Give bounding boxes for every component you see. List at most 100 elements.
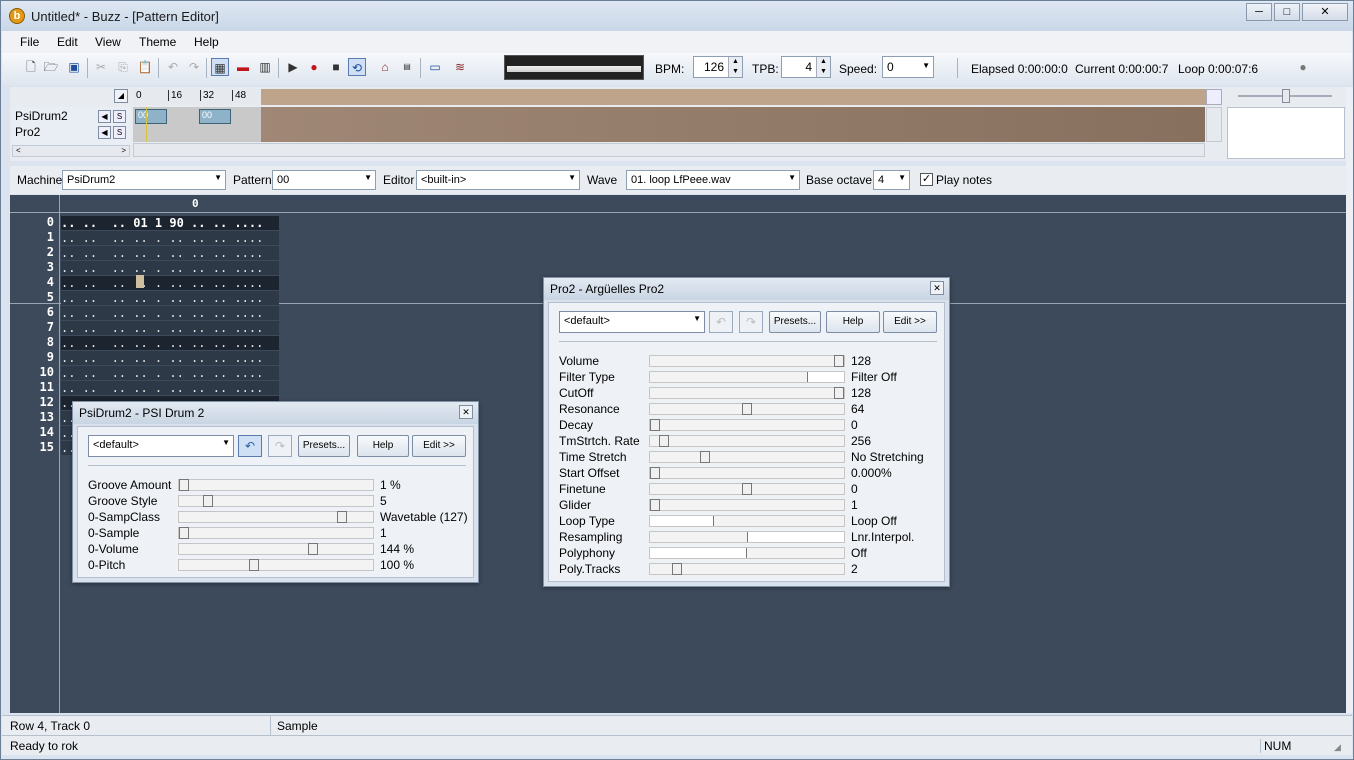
slider-thumb[interactable] [659,435,669,447]
sequence-ruler[interactable]: 0 16 32 48 [133,89,1221,105]
parameter-slider[interactable] [649,435,845,447]
machine-select[interactable]: PsiDrum2 ▼ [62,170,226,190]
mute-button[interactable]: ◀ [98,126,111,139]
sequence-editor-icon[interactable]: ▥ [256,58,274,76]
pattern-row[interactable]: .. .. .. .. . .. .. .. .... [61,231,279,245]
new-file-icon[interactable]: 🗋 [22,58,40,76]
pattern-row[interactable]: .. .. .. .. . .. .. .. .... [61,291,279,305]
slider-thumb[interactable] [179,527,189,539]
pattern-row[interactable]: .. .. .. .. . .. .. .. .... [61,261,279,275]
pattern-row[interactable]: .. .. .. .. . .. .. .. .... [61,246,279,260]
help-button[interactable]: Help [826,311,880,333]
parameter-slider[interactable] [649,515,845,527]
help-button[interactable]: Help [357,435,409,457]
pattern-row[interactable]: .. .. .. .. . .. .. .. .... [61,336,279,350]
slider-thumb[interactable] [203,495,213,507]
parameter-slider[interactable] [649,547,845,559]
parameter-slider[interactable] [649,403,845,415]
preset-select[interactable]: <default> ▼ [88,435,234,457]
slider-thumb[interactable] [742,483,752,495]
slider-thumb[interactable] [337,511,347,523]
pattern-row[interactable]: .. .. .. 01 1 90 .. .. .... [61,216,279,230]
pattern-row[interactable]: .. .. .. .. . .. .. .. .... [61,321,279,335]
undo-icon[interactable]: ↶ [709,311,733,333]
close-icon[interactable]: ✕ [459,405,473,419]
edit-button[interactable]: Edit >> [883,311,937,333]
record-led-icon[interactable]: ● [1294,58,1312,76]
bpm-spinner[interactable]: 126 ▲ ▼ [693,56,743,78]
redo-icon[interactable]: ↷ [268,435,292,457]
editor-select[interactable]: <built-in> ▼ [416,170,580,190]
solo-button[interactable]: S [113,110,126,123]
track-name[interactable]: Pro2 [15,125,40,139]
presets-button[interactable]: Presets... [769,311,821,333]
parameter-slider[interactable] [649,451,845,463]
menu-theme[interactable]: Theme [139,35,176,49]
play-notes-checkbox[interactable]: ✓ [920,173,933,186]
parameter-slider[interactable] [178,559,374,571]
edit-button[interactable]: Edit >> [412,435,466,457]
parameter-slider[interactable] [649,467,845,479]
record-icon[interactable]: ● [305,58,323,76]
slider-thumb[interactable] [308,543,318,555]
sequence-hscroll[interactable] [133,143,1205,157]
play-icon[interactable]: ▶ [284,58,302,76]
zoom-slider[interactable] [1238,89,1332,103]
presets-button[interactable]: Presets... [298,435,350,457]
parameter-slider[interactable] [649,531,845,543]
stop-icon[interactable]: ■ [327,58,345,76]
loop-icon[interactable]: ⟲ [348,58,366,76]
pattern-block[interactable]: 00 [135,109,167,124]
bpm-spin-arrows[interactable]: ▲ ▼ [728,57,742,77]
copy-icon[interactable]: ⎘ [114,58,132,76]
pattern-editor-icon[interactable]: ▦ [211,58,229,76]
save-icon[interactable]: ▣ [65,58,83,76]
pattern-row[interactable]: .. .. .. .. . .. .. .. .... [61,351,279,365]
wavetable-icon[interactable]: ⌂ [376,58,394,76]
slider-thumb[interactable] [650,467,660,479]
tpb-spin-arrows[interactable]: ▲ ▼ [816,57,830,77]
ruler-menu-icon[interactable] [1206,89,1222,105]
close-button[interactable]: ✕ [1302,3,1348,21]
close-icon[interactable]: ✕ [930,281,944,295]
pattern-block[interactable]: 00 [199,109,231,124]
pattern-select[interactable]: 00 ▼ [272,170,376,190]
cut-icon[interactable]: ✂ [92,58,110,76]
parameter-slider[interactable] [649,355,845,367]
slider-thumb[interactable] [650,419,660,431]
undo-icon[interactable]: ↶ [164,58,182,76]
fullscreen-icon[interactable]: ▭ [426,58,444,76]
slider-thumb[interactable] [742,403,752,415]
parameter-slider[interactable] [649,499,845,511]
track-name[interactable]: PsiDrum2 [15,109,68,123]
parameter-slider[interactable] [649,419,845,431]
menu-view[interactable]: View [95,35,121,49]
parameter-slider[interactable] [649,387,845,399]
slider-thumb[interactable] [650,499,660,511]
parameter-slider[interactable] [178,495,374,507]
pattern-row[interactable]: .. .. .. .. . .. .. .. .... [61,381,279,395]
wave-select[interactable]: 01. loop LfPeee.wav ▼ [626,170,800,190]
minimize-button[interactable]: ─ [1246,3,1272,21]
slider-thumb[interactable] [179,479,189,491]
slider-thumb[interactable] [700,451,710,463]
solo-button[interactable]: S [113,126,126,139]
tpb-spinner[interactable]: 4 ▲ ▼ [781,56,831,78]
sequence-vscroll[interactable] [1206,107,1222,142]
sequence-menu-button[interactable]: ◢ [114,89,128,103]
parameter-slider[interactable] [178,479,374,491]
parameter-slider[interactable] [178,543,374,555]
slider-thumb[interactable] [834,355,844,367]
parameter-slider[interactable] [178,511,374,523]
buzz-app-icon[interactable]: b [9,8,25,24]
slider-thumb[interactable] [672,563,682,575]
track-list-scrollbar[interactable]: < > [12,145,130,157]
menu-file[interactable]: File [20,35,39,49]
cpu-icon[interactable]: ▤ [398,58,416,76]
menu-help[interactable]: Help [194,35,219,49]
paste-icon[interactable]: 📋 [136,58,154,76]
resize-grip-icon[interactable]: ◢ [1334,742,1341,753]
mute-button[interactable]: ◀ [98,110,111,123]
undo-icon[interactable]: ↶ [238,435,262,457]
octave-select[interactable]: 4 ▼ [873,170,910,190]
